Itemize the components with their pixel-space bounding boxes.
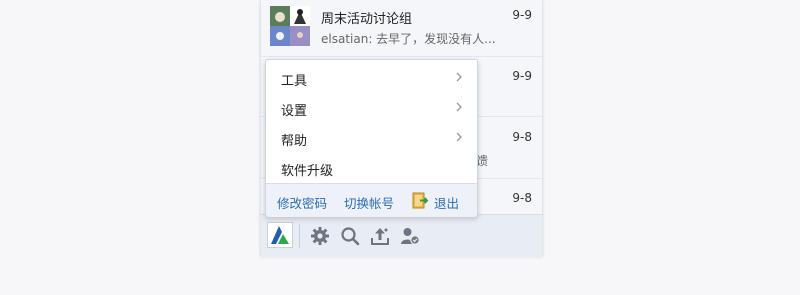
chevron-right-icon	[456, 72, 462, 82]
contacts-icon[interactable]	[399, 225, 421, 247]
chat-time: 9-8	[512, 130, 532, 144]
chat-item[interactable]: 周末活动讨论组 elsatian: 去早了，发现没有人... 9-9	[261, 0, 542, 57]
main-menu: 工具 设置 帮助 软件升级 修改密码 切换帐号 退出	[265, 59, 478, 217]
group-avatar-icon	[270, 6, 310, 46]
app-logo-icon[interactable]	[267, 222, 293, 248]
chat-preview: elsatian: 去早了，发现没有人...	[321, 32, 496, 46]
chevron-right-icon	[456, 132, 462, 142]
chat-name: 周末活动讨论组	[321, 12, 413, 27]
menu-footer: 修改密码 切换帐号 退出	[266, 183, 477, 217]
chat-time: 9-8	[512, 191, 532, 205]
settings-gear-icon[interactable]	[309, 225, 331, 247]
bottom-toolbar	[261, 214, 542, 257]
chat-time: 9-9	[512, 69, 532, 83]
menu-item-upgrade[interactable]: 软件升级	[266, 152, 477, 182]
menu-item-tools[interactable]: 工具	[266, 62, 477, 92]
chevron-right-icon	[456, 102, 462, 112]
menu-item-help[interactable]: 帮助	[266, 122, 477, 152]
menu-item-label: 设置	[281, 104, 308, 119]
menu-item-label: 帮助	[281, 134, 308, 149]
logout-link[interactable]: 退出	[434, 193, 459, 212]
switch-account-link[interactable]: 切换帐号	[344, 193, 394, 212]
menu-item-settings[interactable]: 设置	[266, 92, 477, 122]
search-icon[interactable]	[339, 225, 361, 247]
change-password-link[interactable]: 修改密码	[277, 193, 327, 212]
upload-icon[interactable]	[369, 225, 391, 247]
menu-item-label: 软件升级	[281, 164, 334, 179]
logout-icon[interactable]	[412, 192, 429, 209]
chat-time: 9-9	[512, 8, 532, 22]
toolbar-separator	[299, 224, 300, 248]
menu-item-label: 工具	[281, 74, 308, 89]
